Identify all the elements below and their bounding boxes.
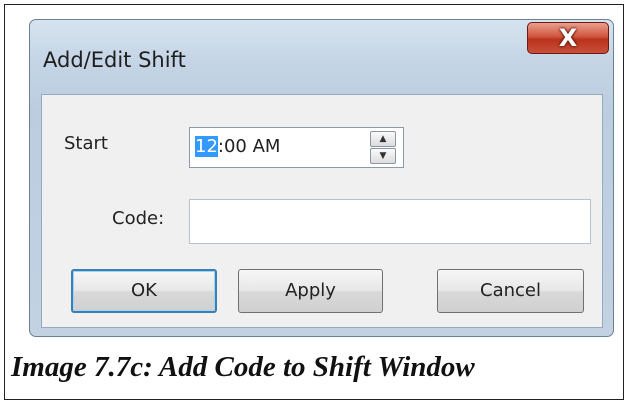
spin-up-arrow-icon: ▲ xyxy=(379,134,387,144)
start-time-picker[interactable]: 12:00 AM ▲ ▼ xyxy=(189,127,404,168)
start-hour-selected[interactable]: 12 xyxy=(195,136,218,157)
cancel-button[interactable]: Cancel xyxy=(437,269,584,313)
spin-up-button[interactable]: ▲ xyxy=(370,131,396,147)
start-label: Start xyxy=(64,133,108,154)
close-button[interactable]: X xyxy=(527,22,609,54)
figure-caption: Image 7.7c: Add Code to Shift Window xyxy=(11,351,475,383)
apply-button[interactable]: Apply xyxy=(238,269,383,313)
code-label: Code: xyxy=(112,208,165,229)
spin-down-arrow-icon: ▼ xyxy=(379,151,387,161)
spin-down-button[interactable]: ▼ xyxy=(370,148,396,164)
start-time-value[interactable]: 12:00 AM xyxy=(195,136,280,157)
ok-button[interactable]: OK xyxy=(71,269,217,313)
start-time-rest: :00 AM xyxy=(217,136,281,157)
figure-frame: Add/Edit Shift X Start 12:00 AM ▲ ▼ Code… xyxy=(4,4,624,400)
add-edit-shift-dialog: Add/Edit Shift X Start 12:00 AM ▲ ▼ Code… xyxy=(29,19,614,337)
dialog-title: Add/Edit Shift xyxy=(43,48,186,72)
dialog-body: Start 12:00 AM ▲ ▼ Code: OK Apply Cancel xyxy=(41,94,603,328)
code-input[interactable] xyxy=(189,199,591,244)
close-icon: X xyxy=(558,24,578,52)
